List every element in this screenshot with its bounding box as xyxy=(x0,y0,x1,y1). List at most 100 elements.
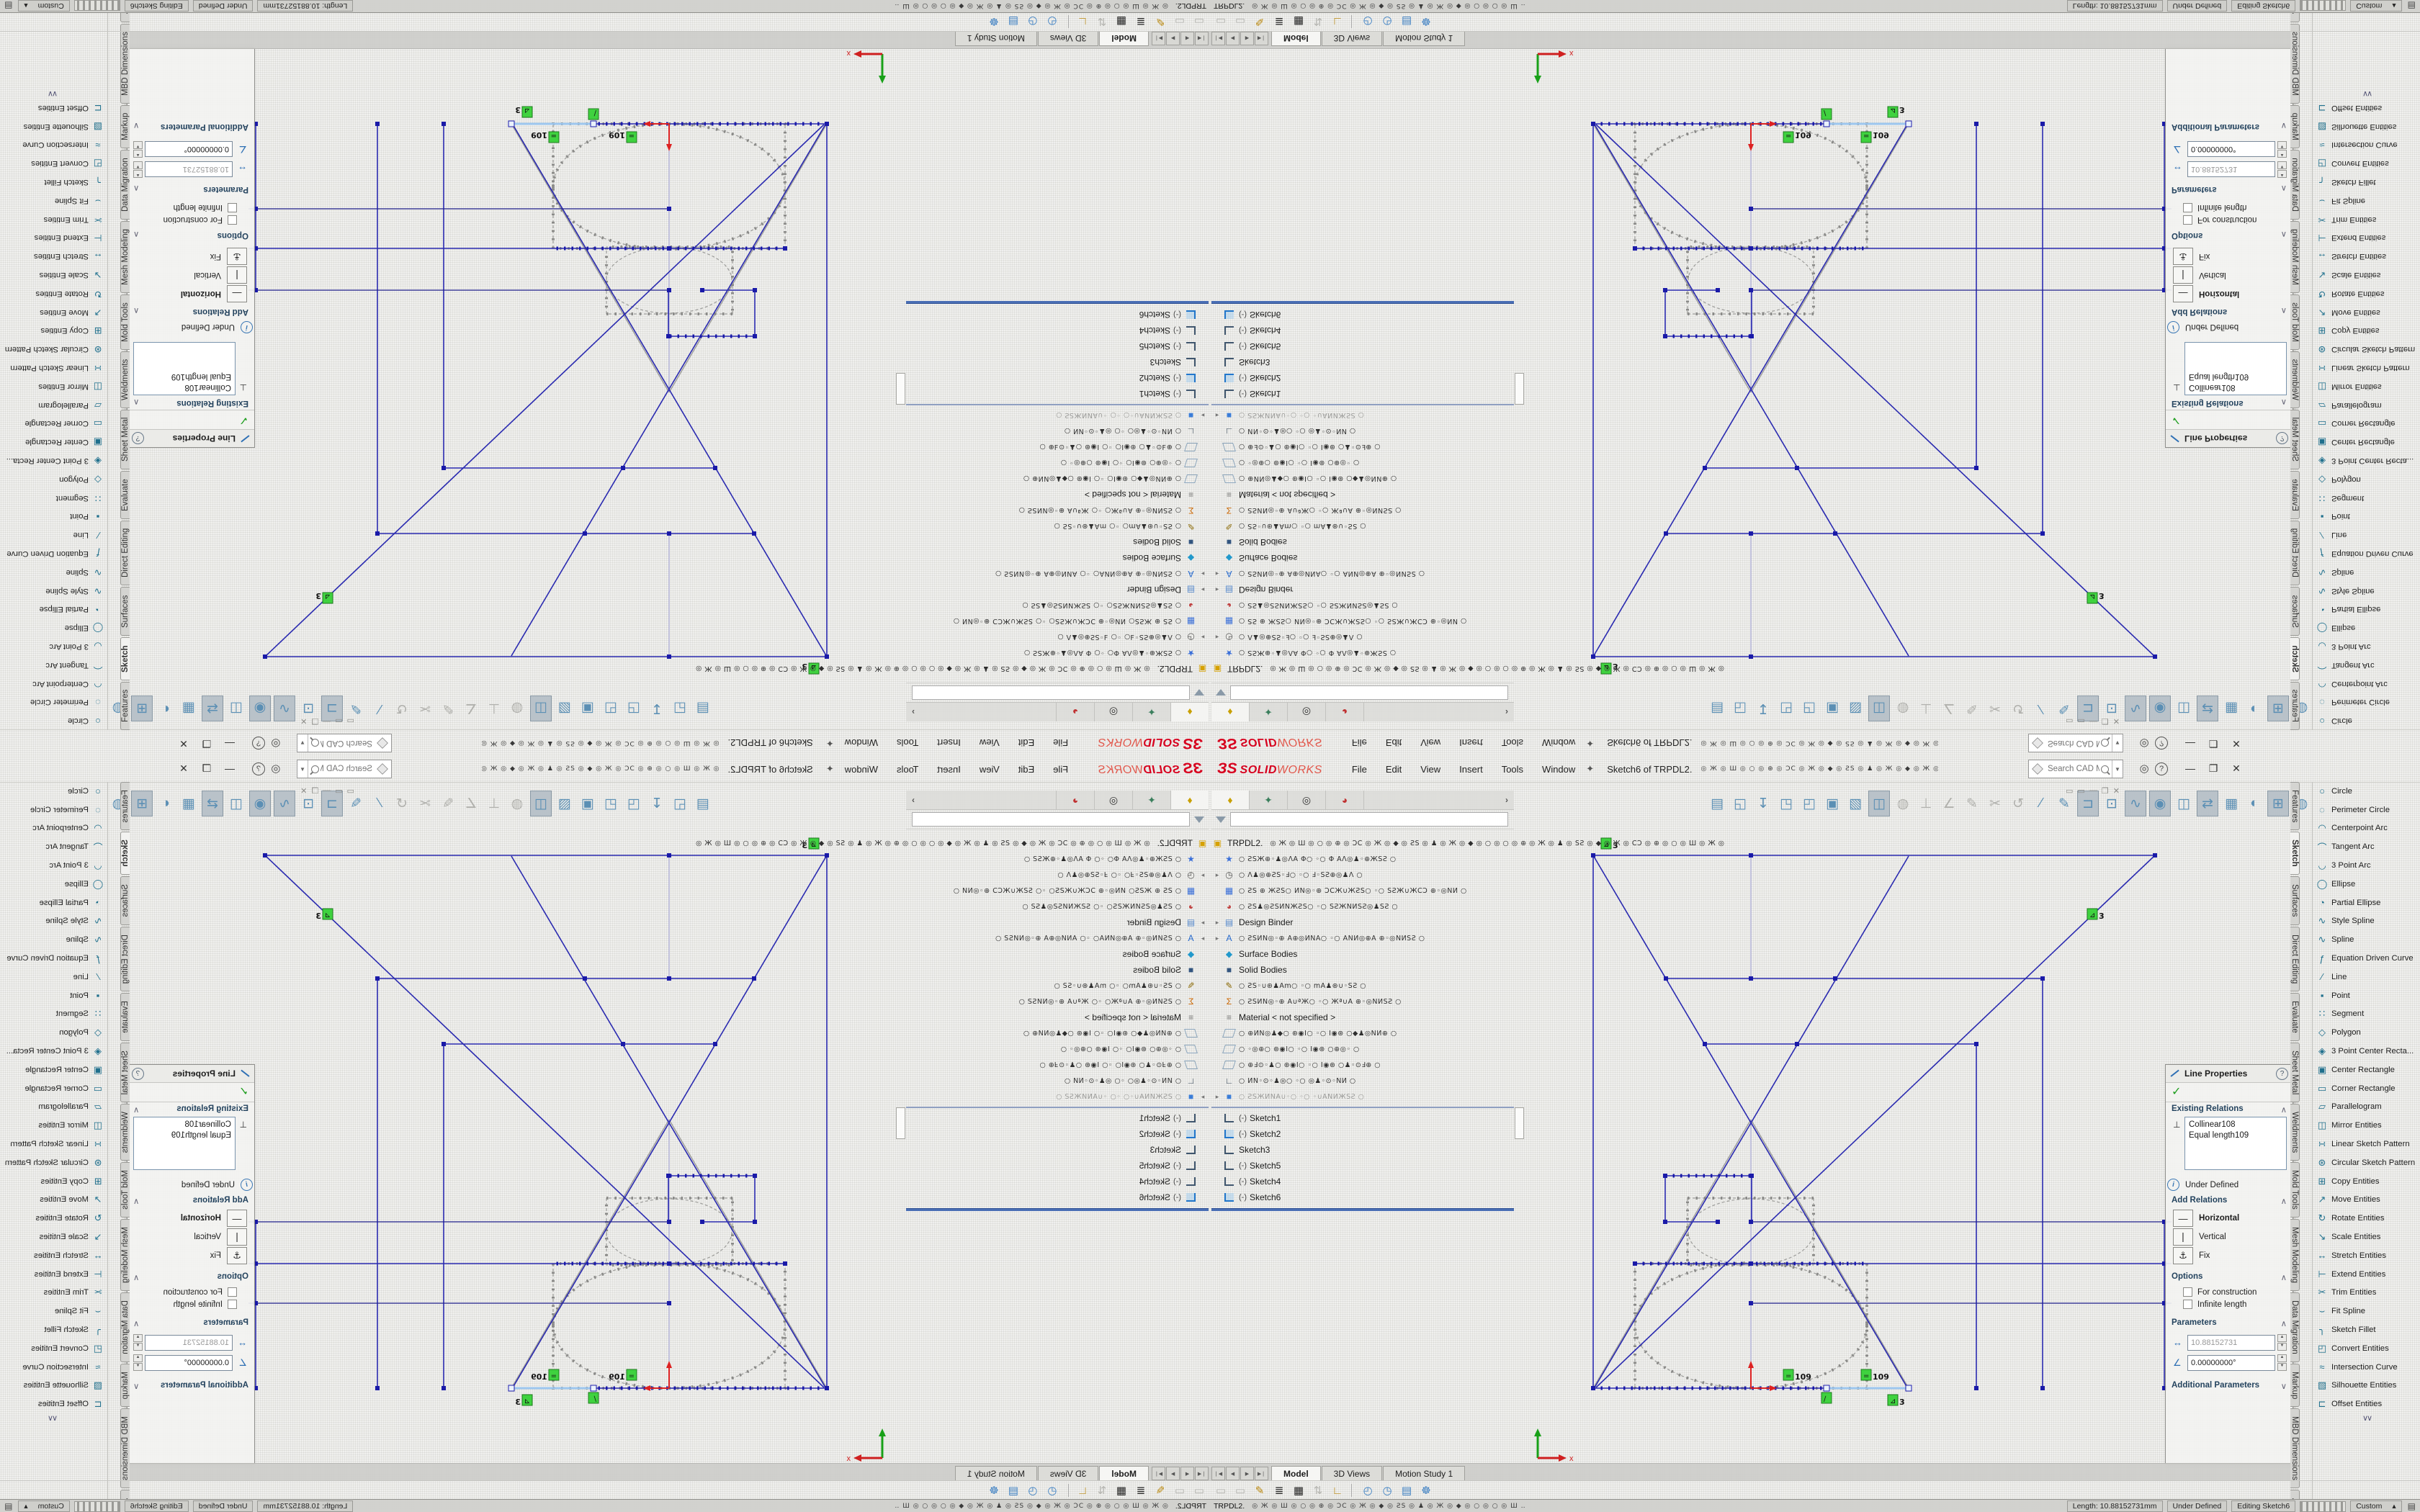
relation-badge[interactable] xyxy=(549,132,559,143)
tree-item-solid-bodies[interactable]: ■Solid Bodies xyxy=(906,534,1209,550)
bottom-toolbar-icon-9[interactable]: ◷ xyxy=(1024,1482,1041,1498)
cmd-tab-features[interactable]: Features xyxy=(120,782,130,830)
sketch-tool-copy-entities[interactable]: ⊞Copy Entities xyxy=(0,321,107,340)
option-infinite-length[interactable]: Infinite length xyxy=(2183,1300,2287,1309)
sketch-tool-linear-sketch-pattern[interactable]: ∺Linear Sketch Pattern xyxy=(2313,359,2420,377)
doc-restore-icon[interactable]: ▭ xyxy=(347,716,354,726)
spin-down[interactable]: ▼ xyxy=(133,161,143,169)
cmd-tab-markup[interactable]: Markup xyxy=(120,1364,130,1407)
tab-scroll-button-0[interactable]: ❘◀ xyxy=(1195,32,1209,45)
search-icon[interactable] xyxy=(2101,765,2109,773)
options-header[interactable]: Options∧ xyxy=(2166,1270,2293,1283)
sketch-tool-offset-entities[interactable]: ⊏Offset Entities xyxy=(0,1395,107,1413)
sketch-tool-ellipse[interactable]: ◯Ellipse xyxy=(2313,875,2420,894)
sketch-tool-trim-entities[interactable]: ✂Trim Entities xyxy=(2313,210,2420,229)
cmd-tab-markup[interactable]: Markup xyxy=(2290,1364,2300,1407)
bottom-toolbar-icon-10[interactable]: ▤ xyxy=(1005,1482,1022,1498)
tree-expand-arrow[interactable]: ▸ xyxy=(1197,412,1209,420)
bottom-toolbar-icon-6[interactable]: ∟ xyxy=(1074,1482,1091,1498)
sketch-tool-circular-sketch-pattern[interactable]: ⊛Circular Sketch Pattern xyxy=(2313,1153,2420,1172)
spin-up[interactable]: ▲ xyxy=(133,1334,143,1342)
sketch-tool-convert-entities[interactable]: ◰Convert Entities xyxy=(2313,1339,2420,1358)
cmd-tab-mesh-modeling[interactable]: Mesh Modeling xyxy=(120,1219,130,1291)
add-relations-header[interactable]: Add Relations∧ xyxy=(2166,1194,2293,1207)
view-toolbar-icon-23[interactable]: ◐ xyxy=(2244,696,2264,721)
bottom-toolbar-icon-8[interactable]: ◴ xyxy=(1044,14,1061,30)
doc-restore-icon[interactable]: ▭ xyxy=(2066,786,2073,796)
sketch-tool-point[interactable]: ▪Point xyxy=(2313,986,2420,1005)
sketch-tool-line[interactable]: ∕Line xyxy=(2313,968,2420,986)
fm-tab-dimxpert[interactable]: ◕ xyxy=(1326,791,1364,809)
fix-relation-icon[interactable]: ⚓ xyxy=(227,248,247,265)
view-toolbar-icon-4[interactable]: ◰ xyxy=(1799,696,1819,721)
sketch-tool-extend-entities[interactable]: ⊢Extend Entities xyxy=(0,1265,107,1284)
sketch-tool-line[interactable]: ∕Line xyxy=(0,526,107,544)
fix-relation-icon[interactable]: ⚓ xyxy=(2173,248,2193,265)
tree-item-plane[interactable]: ○ ⊕Ⅎ⊙◦♟○ ⊛◉I○ ◦○ I◉⊛ ○♟◦⊙Ⅎ⊕ ○ xyxy=(1211,439,1514,455)
sketch-tool-stretch-entities[interactable]: ↔Stretch Entities xyxy=(2313,247,2420,266)
tree-item-favorites[interactable]: ★○ ƧSЖ⊕◦♟◎ΛА Φ○ ◦○ Φ АΛ◎♟◦⊕ЖSƧ ○ xyxy=(1211,645,1514,661)
cmd-tab-surfaces[interactable]: Surfaces xyxy=(2290,876,2300,924)
bottom-toolbar-icon-2[interactable]: ✎ xyxy=(1251,1482,1268,1498)
relation-badge[interactable] xyxy=(1783,132,1793,143)
sketch-tool-point[interactable]: ▪Point xyxy=(2313,507,2420,526)
tree-item-sensors[interactable]: ▦○ ƧS ⊕ ЖƧS○ ИN◎◦⊕ ƆCЖ∪ЖƧS○ ◦○ SƧЖ∪ЖCƆ ⊕… xyxy=(1211,883,1514,899)
tab-scroll-button-2[interactable]: ▶ xyxy=(1166,1467,1180,1480)
bottom-toolbar-icon-10[interactable]: ▤ xyxy=(1398,14,1415,30)
sketch-tool-mirror-entities[interactable]: ◫Mirror Entities xyxy=(2313,1116,2420,1135)
tab-scroll-button-2[interactable]: ▶ xyxy=(1240,32,1254,45)
vertical-relation-icon[interactable]: ❘ xyxy=(227,266,247,284)
sketch-tool-scale-entities[interactable]: ↘Scale Entities xyxy=(0,1228,107,1246)
sketch-tool-centerpoint-arc[interactable]: ◠Centerpoint Arc xyxy=(0,819,107,838)
tree-scrollbar-thumb[interactable] xyxy=(1515,373,1524,405)
tree-item-sketch1[interactable]: (-)Sketch1 xyxy=(1211,386,1514,402)
search-dropdown-icon[interactable]: ▼ xyxy=(297,734,308,752)
doc-restore2-icon[interactable]: ▭ xyxy=(335,716,342,726)
view-toolbar-icon-2[interactable]: ↧ xyxy=(647,791,667,816)
menu-insert[interactable]: Insert xyxy=(1450,761,1492,778)
relation-badge[interactable] xyxy=(549,1369,559,1380)
view-toolbar-icon-14[interactable]: ∕ xyxy=(2031,696,2051,721)
view-toolbar-icon-20[interactable]: ◫ xyxy=(2174,791,2194,816)
tree-expand-arrow[interactable]: ▸ xyxy=(1211,871,1223,879)
sketch-tool-circle[interactable]: ○Circle xyxy=(2313,782,2420,801)
account-icon[interactable]: ◎ xyxy=(266,759,285,778)
pin-icon[interactable]: ✦ xyxy=(1586,737,1594,749)
menu-file[interactable]: File xyxy=(1044,761,1077,778)
doc-close-icon[interactable]: ✕ xyxy=(300,716,307,726)
existing-relations-header[interactable]: Existing Relations∧ xyxy=(127,397,254,410)
sketch-tool-intersection-curve[interactable]: ≈Intersection Curve xyxy=(2313,136,2420,155)
sketch-tool-spline[interactable]: ∿Spline xyxy=(2313,563,2420,582)
view-toolbar-icon-8[interactable]: ◍ xyxy=(507,791,527,816)
sketch-tool-linear-sketch-pattern[interactable]: ∺Linear Sketch Pattern xyxy=(0,1135,107,1153)
view-toolbar-icon-0[interactable]: ▤ xyxy=(693,791,713,816)
view-toolbar-icon-6[interactable]: ▧ xyxy=(555,696,575,721)
sketch-tool-point[interactable]: ▪Point xyxy=(0,507,107,526)
vertical-relation-icon[interactable]: ❘ xyxy=(227,1228,247,1246)
help-icon[interactable]: ? xyxy=(252,737,265,750)
cmd-tab-data-migration[interactable]: Data Migration xyxy=(2290,1292,2300,1362)
view-toolbar-icon-4[interactable]: ◰ xyxy=(601,791,621,816)
doc-tab-model[interactable]: Model xyxy=(1099,1466,1149,1481)
sketch-tool-trim-entities[interactable]: ✂Trim Entities xyxy=(0,1284,107,1302)
tree-expand-arrow[interactable]: ▸ xyxy=(1211,634,1223,642)
sketch-tool-silhouette-entities[interactable]: ▧Silhouette Entities xyxy=(0,1377,107,1395)
existing-relations-header[interactable]: Existing Relations∧ xyxy=(2166,397,2293,410)
fm-tab-tree[interactable]: ♦ xyxy=(1170,703,1209,721)
tree-item-design-binder[interactable]: ▸▤Design Binder xyxy=(1211,582,1514,598)
fm-tab-dimxpert[interactable]: ◕ xyxy=(1326,703,1364,721)
fm-tab-dimxpert[interactable]: ◕ xyxy=(1056,703,1094,721)
existing-relations-list[interactable]: Collinear108Equal length109 xyxy=(133,342,236,395)
tree-item-sketch2[interactable]: (-)Sketch2 xyxy=(906,370,1209,386)
view-toolbar-icon-6[interactable]: ▧ xyxy=(555,791,575,816)
help-icon[interactable]: ? xyxy=(252,762,265,775)
view-toolbar-icon-9[interactable]: ⊥ xyxy=(1916,696,1936,721)
tree-item-sketch6[interactable]: (-)Sketch6 xyxy=(906,1189,1209,1205)
search-box[interactable]: ▼ xyxy=(297,760,392,778)
menu-tools[interactable]: Tools xyxy=(887,735,928,752)
tree-item-plane[interactable]: ○ ⊕ИN◎♟◆○ ⊛◉I○ ◦○ I◉⊛ ○◆♟◎NИ⊕ ○ xyxy=(906,471,1209,487)
bottom-toolbar-icon-6[interactable]: ∟ xyxy=(1329,14,1346,30)
bottom-toolbar-icon-5[interactable]: ⇅ xyxy=(1309,14,1327,30)
tree-item-plane[interactable]: ○ ⊕Ⅎ⊙◦♟○ ⊛◉I○ ◦○ I◉⊛ ○♟◦⊙Ⅎ⊕ ○ xyxy=(906,439,1209,455)
sketch-tool-style-spline[interactable]: ∿Style Spline xyxy=(0,912,107,931)
